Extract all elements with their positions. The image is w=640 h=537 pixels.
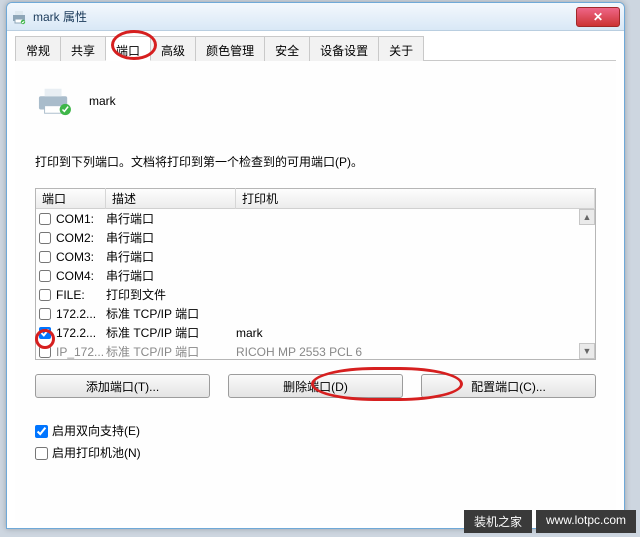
port-list-header: 端口 描述 打印机 [36, 189, 595, 209]
port-desc: 串行端口 [106, 210, 236, 227]
printer-title-icon [11, 9, 27, 25]
ports-tab-content: mark 打印到下列端口。文档将打印到第一个检查到的可用端口(P)。 端口 描述… [15, 61, 616, 522]
port-checkbox[interactable] [39, 327, 51, 339]
port-checkbox[interactable] [39, 346, 51, 358]
tab-ports[interactable]: 端口 [105, 36, 151, 61]
add-port-button[interactable]: 添加端口(T)... [35, 374, 210, 398]
port-row[interactable]: COM3:串行端口 [36, 247, 595, 266]
port-name: 172.2... [54, 307, 106, 321]
enable-printer-pool[interactable]: 启用打印机池(N) [35, 442, 596, 464]
properties-window: mark 属性 ✕ 常规 共享 端口 高级 颜色管理 安全 设备设置 关于 [6, 2, 625, 529]
port-checkbox[interactable] [39, 270, 51, 282]
printer-name: mark [89, 94, 116, 108]
port-name: IP_172... [54, 345, 106, 359]
tab-about[interactable]: 关于 [378, 36, 424, 61]
port-checkbox[interactable] [39, 308, 51, 320]
port-name: COM3: [54, 250, 106, 264]
port-row[interactable]: 172.2...标准 TCP/IP 端口mark [36, 323, 595, 342]
tab-strip: 常规 共享 端口 高级 颜色管理 安全 设备设置 关于 [15, 35, 616, 61]
port-name: COM4: [54, 269, 106, 283]
port-list-body[interactable]: COM1:串行端口COM2:串行端口COM3:串行端口COM4:串行端口FILE… [36, 209, 595, 361]
instruction-text: 打印到下列端口。文档将打印到第一个检查到的可用端口(P)。 [35, 153, 596, 170]
configure-port-button[interactable]: 配置端口(C)... [421, 374, 596, 398]
col-printer[interactable]: 打印机 [236, 188, 595, 209]
port-name: FILE: [54, 288, 106, 302]
port-row[interactable]: FILE:打印到文件 [36, 285, 595, 304]
port-checkbox[interactable] [39, 213, 51, 225]
close-button[interactable]: ✕ [576, 7, 620, 27]
port-list: 端口 描述 打印机 COM1:串行端口COM2:串行端口COM3:串行端口COM… [35, 188, 596, 360]
port-desc: 标准 TCP/IP 端口 [106, 343, 236, 360]
printer-pool-checkbox[interactable] [35, 447, 48, 460]
tab-security[interactable]: 安全 [264, 36, 310, 61]
port-desc: 打印到文件 [106, 286, 236, 303]
port-row[interactable]: IP_172...标准 TCP/IP 端口RICOH MP 2553 PCL 6 [36, 342, 595, 361]
window-title: mark 属性 [33, 8, 576, 25]
tab-colormgmt[interactable]: 颜色管理 [195, 36, 265, 61]
port-desc: 串行端口 [106, 267, 236, 284]
watermark: 装机之家 www.lotpc.com [464, 510, 636, 533]
port-desc: 串行端口 [106, 229, 236, 246]
client-area: 常规 共享 端口 高级 颜色管理 安全 设备设置 关于 mark 打印到下列端口… [15, 35, 616, 522]
tab-device[interactable]: 设备设置 [309, 36, 379, 61]
port-desc: 串行端口 [106, 248, 236, 265]
tab-advanced[interactable]: 高级 [150, 36, 196, 61]
col-desc[interactable]: 描述 [106, 188, 236, 209]
port-row[interactable]: COM2:串行端口 [36, 228, 595, 247]
enable-bidirectional[interactable]: 启用双向支持(E) [35, 420, 596, 442]
col-port[interactable]: 端口 [36, 188, 106, 209]
port-desc: 标准 TCP/IP 端口 [106, 305, 236, 322]
port-name: 172.2... [54, 326, 106, 340]
port-checkbox[interactable] [39, 251, 51, 263]
port-checkbox[interactable] [39, 289, 51, 301]
port-desc: 标准 TCP/IP 端口 [106, 324, 236, 341]
port-row[interactable]: COM1:串行端口 [36, 209, 595, 228]
port-row[interactable]: COM4:串行端口 [36, 266, 595, 285]
bidirectional-checkbox[interactable] [35, 425, 48, 438]
port-row[interactable]: 172.2...标准 TCP/IP 端口 [36, 304, 595, 323]
port-printer: RICOH MP 2553 PCL 6 [236, 345, 595, 359]
delete-port-button[interactable]: 删除端口(D) [228, 374, 403, 398]
port-printer: mark [236, 326, 595, 340]
port-name: COM1: [54, 212, 106, 226]
port-name: COM2: [54, 231, 106, 245]
scroll-down-icon[interactable]: ▼ [579, 343, 595, 359]
tab-sharing[interactable]: 共享 [60, 36, 106, 61]
printer-icon [35, 85, 73, 117]
titlebar: mark 属性 ✕ [7, 3, 624, 31]
port-checkbox[interactable] [39, 232, 51, 244]
scroll-up-icon[interactable]: ▲ [579, 209, 595, 225]
tab-general[interactable]: 常规 [15, 36, 61, 61]
